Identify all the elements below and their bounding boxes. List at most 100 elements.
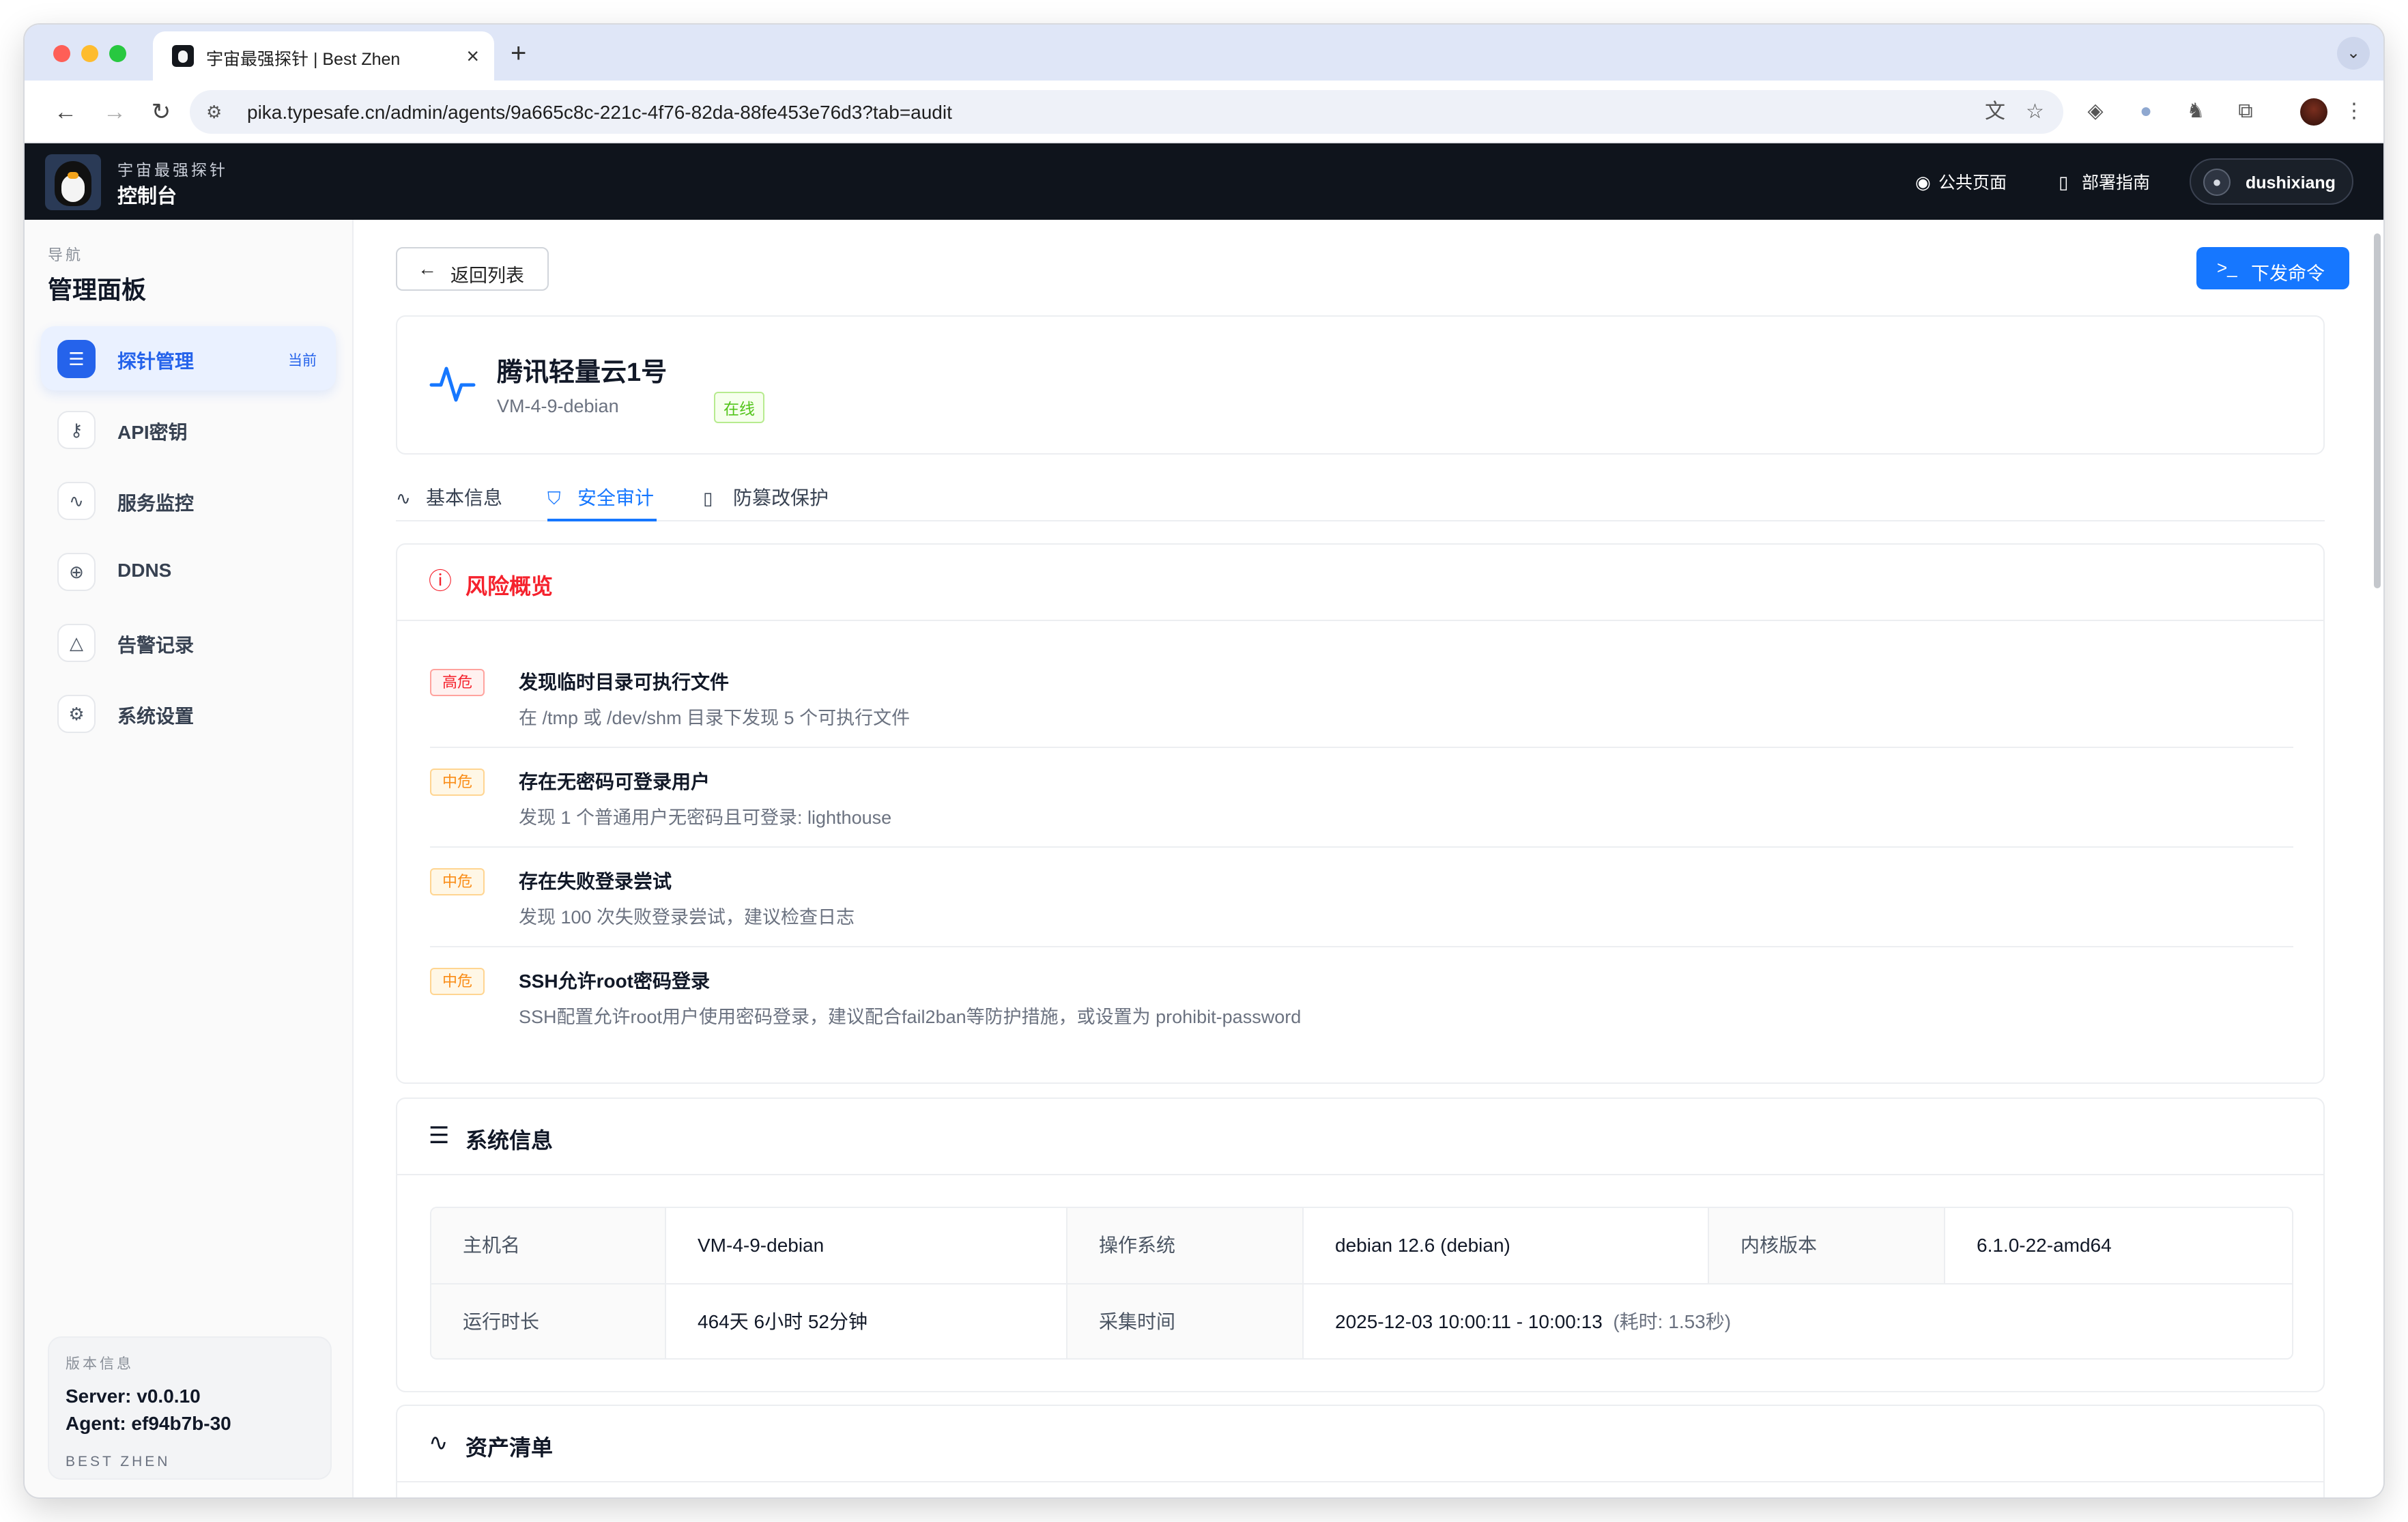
- risk-title: 存在无密码可登录用户: [519, 771, 711, 792]
- version-footer: BEST ZHEN: [66, 1454, 171, 1469]
- sidebar-item-settings[interactable]: ⚙ 系统设置: [41, 681, 336, 745]
- sidebar-item-label: 系统设置: [117, 706, 195, 727]
- browser-menu-icon[interactable]: ⋮: [2340, 97, 2368, 126]
- hostname-key: 主机名: [431, 1208, 666, 1283]
- agent-hostname: VM-4-9-debian: [497, 396, 619, 416]
- risk-overview-panel: ⓘ 风险概览 高危 发现临时目录可执行文件 在 /tmp 或 /dev/shm …: [396, 543, 2325, 1084]
- browser-tab-title: 宇宙最强探针 | Best Zhen: [206, 50, 401, 69]
- tab-security-audit[interactable]: ⛉ 安全审计: [547, 483, 657, 521]
- deploy-guide-link[interactable]: ▯ 部署指南: [2059, 169, 2150, 194]
- version-caption: 版本信息: [66, 1356, 134, 1372]
- agent-header-card: 腾讯轻量云1号 VM-4-9-debian 在线: [396, 315, 2325, 455]
- agent-version: Agent: ef94b7b-30: [66, 1413, 231, 1434]
- extension-translate-icon[interactable]: ◈: [2081, 97, 2110, 126]
- system-info-header: ☰ 系统信息: [397, 1099, 2323, 1175]
- sidebar-item-label: 探针管理: [117, 351, 195, 372]
- address-bar-url[interactable]: pika.typesafe.cn/admin/agents/9a665c8c-2…: [247, 102, 952, 124]
- forward-arrow-icon[interactable]: →: [98, 96, 131, 128]
- deploy-guide-label: 部署指南: [2082, 173, 2151, 192]
- sidebar-item-api-keys[interactable]: ⚷ API密钥: [41, 397, 336, 461]
- collect-time-key: 采集时间: [1067, 1284, 1304, 1358]
- back-to-list-button[interactable]: ← 返回列表: [396, 247, 549, 291]
- risk-overview-title: 风险概览: [465, 574, 554, 599]
- sidebar-item-service-monitor[interactable]: ∿ 服务监控: [41, 468, 336, 532]
- system-info-panel: ☰ 系统信息 主机名 VM-4-9-debian 操作系统 debian 12.…: [396, 1097, 2325, 1392]
- server-icon: ☰: [429, 1123, 450, 1149]
- browser-tab-active[interactable]: 宇宙最强探针 | Best Zhen ×: [153, 31, 494, 81]
- asset-inventory-title: 资产清单: [465, 1435, 554, 1460]
- book-icon: ▯: [2059, 172, 2069, 192]
- bookmark-star-icon[interactable]: ☆: [2026, 100, 2044, 124]
- sidebar: 导航 管理面板 ☰ 探针管理 当前 ⚷ API密钥 ∿ 服务监控 ⊕ DDNS …: [25, 220, 354, 1497]
- risk-title: SSH允许root密码登录: [519, 971, 711, 992]
- uptime-value: 464天 6小时 52分钟: [666, 1284, 1067, 1358]
- brand-subtitle: 宇宙最强探针: [117, 161, 228, 179]
- translate-icon[interactable]: 文: [1985, 100, 2005, 124]
- risk-item: 高危 发现临时目录可执行文件 在 /tmp 或 /dev/shm 目录下发现 5…: [430, 648, 2293, 748]
- tab-label: 防篡改保护: [733, 487, 829, 508]
- tab-tamper-protection[interactable]: ▯ 防篡改保护: [703, 483, 829, 521]
- tab-basic-info[interactable]: ∿ 基本信息: [396, 483, 502, 521]
- app-root: 宇宙最强探针 控制台 ◉ 公共页面 ▯ 部署指南 ● dushixiang 导航 管…: [25, 143, 2383, 1497]
- terminal-icon: >_: [2217, 257, 2237, 278]
- sidebar-item-agents[interactable]: ☰ 探针管理 当前: [41, 326, 336, 390]
- warning-icon: △: [57, 624, 96, 662]
- version-info-card: 版本信息 Server: v0.0.10 Agent: ef94b7b-30 B…: [48, 1336, 332, 1480]
- os-key: 操作系统: [1067, 1208, 1304, 1283]
- system-info-table: 主机名 VM-4-9-debian 操作系统 debian 12.6 (debi…: [430, 1207, 2293, 1360]
- risk-title: 发现临时目录可执行文件: [519, 672, 730, 693]
- alert-circle-icon: ⓘ: [429, 569, 452, 594]
- uptime-key: 运行时长: [431, 1284, 666, 1358]
- extensions-puzzle-icon[interactable]: ⧉: [2231, 97, 2260, 126]
- current-badge: 当前: [288, 353, 317, 369]
- sidebar-item-label: 服务监控: [117, 493, 195, 514]
- detail-tabs: ∿ 基本信息 ⛉ 安全审计 ▯ 防篡改保护: [396, 476, 2325, 521]
- maximize-window-button[interactable]: [109, 45, 126, 62]
- brand-title: 控制台: [117, 186, 177, 207]
- sidebar-item-label: 告警记录: [117, 635, 195, 656]
- severity-badge: 高危: [430, 669, 485, 696]
- arrow-left-icon: ←: [418, 258, 437, 279]
- sidebar-item-alerts[interactable]: △ 告警记录: [41, 610, 336, 674]
- send-command-button[interactable]: >_ 下发命令: [2196, 247, 2349, 289]
- main-content: ← 返回列表 >_ 下发命令 腾讯轻量云1号 VM-4-9-debian 在线 …: [354, 220, 2383, 1497]
- risk-title: 存在失败登录尝试: [519, 871, 672, 892]
- new-tab-button[interactable]: +: [511, 37, 526, 70]
- user-menu-button[interactable]: ● dushixiang: [2190, 158, 2353, 205]
- back-arrow-icon[interactable]: ←: [49, 96, 82, 128]
- os-value: debian 12.6 (debian): [1304, 1208, 1709, 1283]
- site-settings-icon[interactable]: ⚙: [206, 101, 228, 123]
- risk-item: 中危 SSH允许root密码登录 SSH配置允许root用户使用密码登录，建议配…: [430, 947, 2293, 1047]
- kernel-key: 内核版本: [1709, 1208, 1945, 1283]
- penguin-logo-icon[interactable]: [45, 154, 101, 210]
- sidebar-item-label: API密钥: [117, 422, 188, 443]
- tab-close-icon[interactable]: ×: [466, 42, 479, 70]
- gear-icon: ⚙: [57, 695, 96, 733]
- risk-description: 发现 100 次失败登录尝试，建议检查日志: [519, 907, 855, 928]
- risk-description: 发现 1 个普通用户无密码且可登录: lighthouse: [519, 807, 892, 828]
- close-window-button[interactable]: [53, 45, 70, 62]
- severity-badge: 中危: [430, 769, 485, 796]
- address-bar[interactable]: ⚙ pika.typesafe.cn/admin/agents/9a665c8c…: [190, 90, 2063, 134]
- penguin-favicon-icon: [172, 45, 194, 67]
- risk-item: 中危 存在失败登录尝试 发现 100 次失败登录尝试，建议检查日志: [430, 848, 2293, 947]
- profile-avatar[interactable]: [2300, 98, 2327, 126]
- risk-item: 中危 存在无密码可登录用户 发现 1 个普通用户无密码且可登录: lightho…: [430, 748, 2293, 848]
- user-icon: ●: [2203, 169, 2231, 196]
- hostname-value: VM-4-9-debian: [666, 1208, 1067, 1283]
- tab-search-chevron-icon[interactable]: ⌄: [2337, 37, 2370, 70]
- sidebar-item-ddns[interactable]: ⊕ DDNS: [41, 539, 336, 603]
- minimize-window-button[interactable]: [81, 45, 98, 62]
- extension-shield-icon[interactable]: ♞: [2181, 97, 2210, 126]
- page-scrollbar[interactable]: [2374, 233, 2381, 588]
- tab-label: 安全审计: [577, 487, 655, 508]
- public-page-link[interactable]: ◉ 公共页面: [1915, 169, 2007, 194]
- asset-inventory-header: ∿ 资产清单: [397, 1406, 2323, 1482]
- browser-window: 宇宙最强探针 | Best Zhen × + ⌄ ← → ↻ ⚙ pika.ty…: [25, 25, 2383, 1497]
- risk-description: 在 /tmp 或 /dev/shm 目录下发现 5 个可执行文件: [519, 708, 911, 728]
- reload-icon[interactable]: ↻: [145, 96, 177, 128]
- severity-badge: 中危: [430, 868, 485, 895]
- extension-circle-icon[interactable]: ●: [2132, 97, 2160, 126]
- risk-description: SSH配置允许root用户使用密码登录，建议配合fail2ban等防护措施，或设…: [519, 1007, 1302, 1027]
- sidebar-item-label: DDNS: [117, 560, 172, 581]
